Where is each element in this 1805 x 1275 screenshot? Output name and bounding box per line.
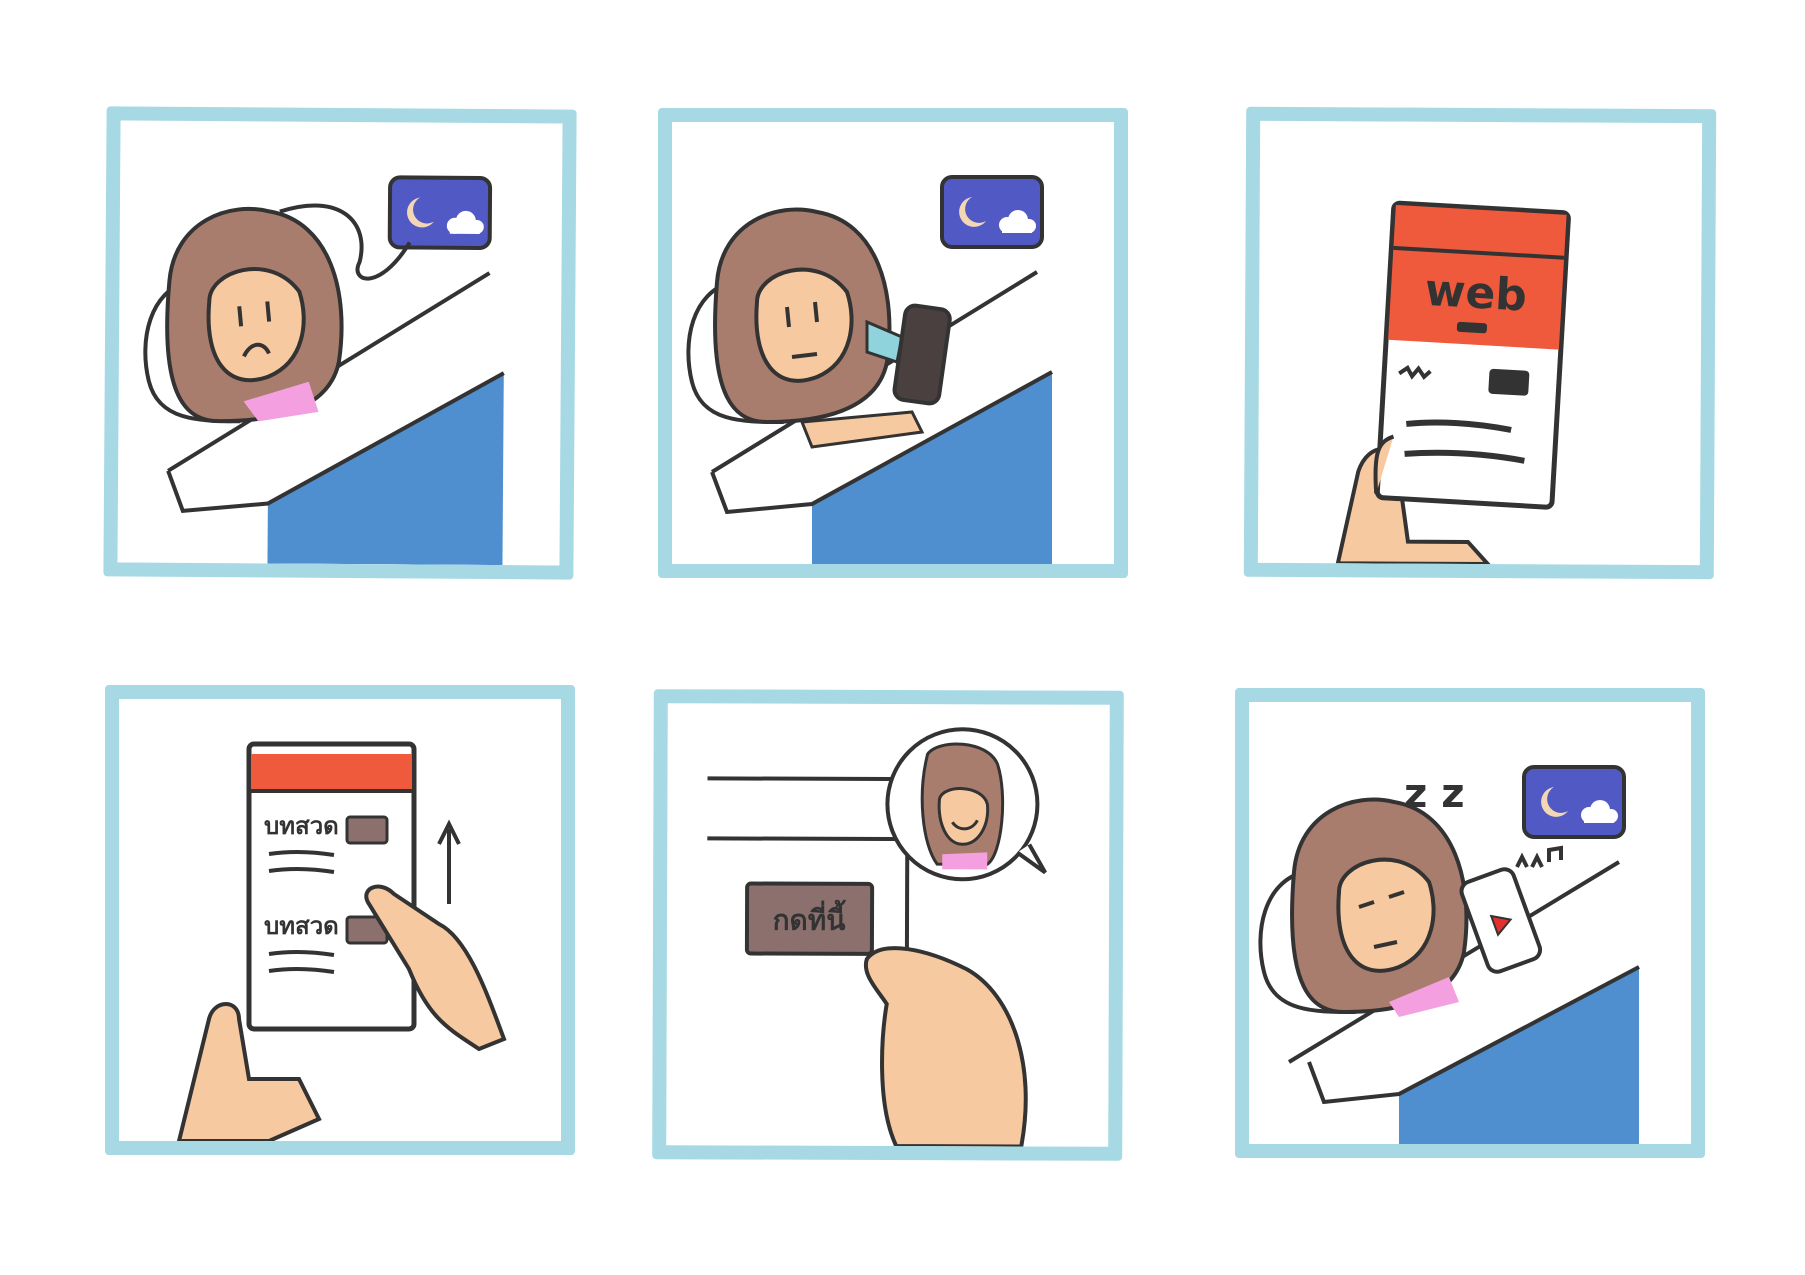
phone-icon: web [1374,200,1571,510]
panel-4-drawing: บทสวด บทสวด [176,741,507,1141]
press-here-label: กดที่นี้ [773,899,847,937]
night-sign [940,175,1044,249]
chant-list-item-2: บทสวด [264,912,339,940]
comic-panel-1 [103,106,577,580]
pointing-hand [863,946,1028,1147]
panel-6-drawing: z z [1258,765,1640,1144]
web-title: web [1424,265,1529,322]
comic-panel-5: กดที่นี้ [652,689,1124,1161]
chant-list-item-1: บทสวด [264,812,339,840]
phone-icon [892,303,952,406]
panel-5-drawing: กดที่นี้ [707,727,1047,1147]
comic-panel-6: z z [1235,688,1705,1158]
phone-icon: บทสวด บทสวด [246,741,417,1032]
night-sign [387,175,493,250]
press-here-button[interactable]: กดที่นี้ [744,881,875,956]
music-notes-icon [1515,845,1563,868]
night-sign [1522,765,1626,839]
comic-panel-3: web [1243,106,1717,580]
girl-face [165,206,344,424]
phone-icon [1459,867,1543,974]
girl-face [713,207,892,425]
panel-1-drawing [143,175,505,566]
chant-item-1-button[interactable] [345,815,389,845]
comic-panel-4: บทสวด บทสวด [105,685,575,1155]
speech-bubble [885,727,1047,882]
girl-face [1290,797,1469,1017]
comic-panel-2 [658,108,1128,578]
panel-3-drawing: web [1335,200,1571,566]
panel-2-drawing [686,175,1053,564]
arrow-up-icon [437,819,461,904]
